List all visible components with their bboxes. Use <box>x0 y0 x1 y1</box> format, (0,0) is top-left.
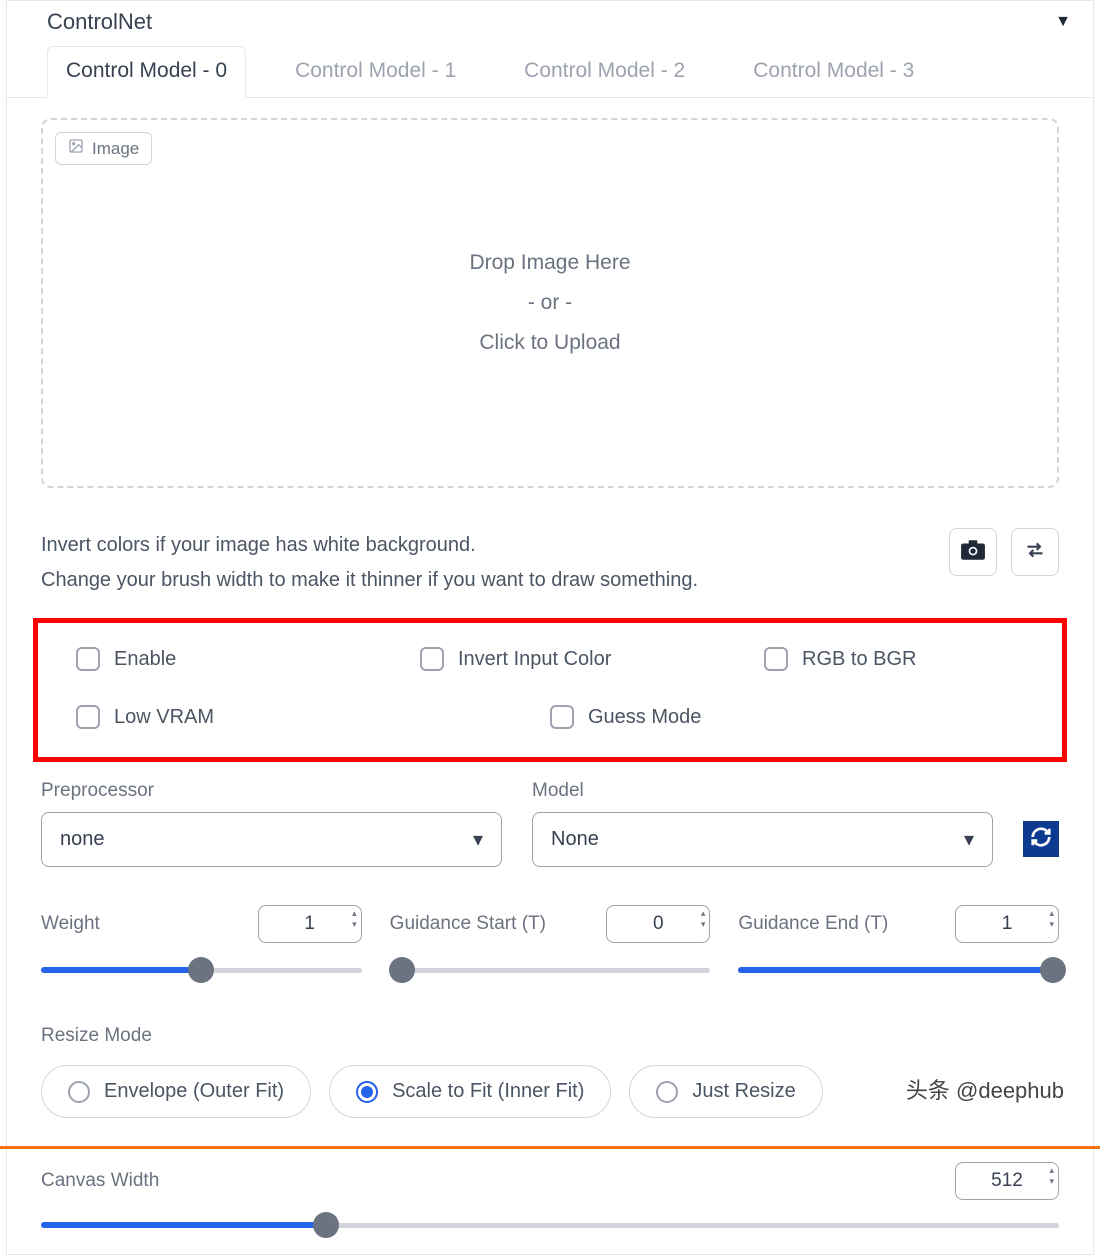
refresh-model-button[interactable] <box>1023 821 1059 857</box>
check-rgb[interactable]: RGB to BGR <box>764 647 1024 671</box>
model-label: Model <box>532 780 993 802</box>
hints-row: Invert colors if your image has white ba… <box>41 528 1059 598</box>
check-enable[interactable]: Enable <box>76 647 420 671</box>
panel-title: ControlNet <box>47 9 152 35</box>
watermark: 头条 @deephub <box>906 1073 1064 1105</box>
refresh-icon <box>1030 826 1052 853</box>
spinner-icon[interactable]: ▴▾ <box>701 908 706 930</box>
check-row-2: Low VRAM Guess Mode <box>76 705 1024 729</box>
gstart-value: 0 <box>653 913 664 935</box>
guidance-start-group: Guidance Start (T) 0 ▴▾ <box>390 905 711 979</box>
weight-group: Weight 1 ▴▾ <box>41 905 362 979</box>
dropzone-badge: Image <box>55 132 152 165</box>
check-enable-label: Enable <box>114 648 176 671</box>
camera-button[interactable] <box>949 528 997 576</box>
preprocessor-select[interactable]: none ▾ <box>41 812 502 867</box>
radio-circle <box>68 1081 90 1103</box>
radio-just[interactable]: Just Resize <box>629 1065 822 1118</box>
dropzone-badge-label: Image <box>92 139 139 159</box>
spinner-icon[interactable]: ▴▾ <box>1049 908 1054 930</box>
hint-line1: Invert colors if your image has white ba… <box>41 528 698 563</box>
spinner-icon[interactable]: ▴▾ <box>1049 1165 1054 1187</box>
check-row-1: Enable Invert Input Color RGB to BGR <box>76 647 1024 671</box>
guidance-end-group: Guidance End (T) 1 ▴▾ <box>738 905 1059 979</box>
model-value: None <box>551 828 599 851</box>
spinner-icon[interactable]: ▴▾ <box>352 908 357 930</box>
image-dropzone[interactable]: Image Drop Image Here - or - Click to Up… <box>41 118 1059 488</box>
dropzone-line1: Drop Image Here <box>469 243 630 283</box>
resize-mode-label: Resize Mode <box>41 1025 1059 1047</box>
check-guess[interactable]: Guess Mode <box>550 705 701 729</box>
weight-input[interactable]: 1 ▴▾ <box>258 905 362 943</box>
check-invert-label: Invert Input Color <box>458 648 611 671</box>
canvas-width-row: Canvas Width 512 ▴▾ <box>41 1162 1059 1200</box>
radio-circle <box>656 1081 678 1103</box>
gend-input[interactable]: 1 ▴▾ <box>955 905 1059 943</box>
gstart-input[interactable]: 0 ▴▾ <box>606 905 710 943</box>
controlnet-panel: ControlNet ▼ Control Model - 0 Control M… <box>6 0 1094 1255</box>
tab-control-model-1[interactable]: Control Model - 1 <box>276 46 475 98</box>
preprocessor-label: Preprocessor <box>41 780 502 802</box>
check-rgb-label: RGB to BGR <box>802 648 916 671</box>
options-highlighted: Enable Invert Input Color RGB to BGR Low… <box>33 618 1067 762</box>
caret-down-icon: ▾ <box>964 827 974 852</box>
radio-just-label: Just Resize <box>692 1080 795 1103</box>
panel-header[interactable]: ControlNet ▼ <box>7 1 1093 39</box>
check-invert[interactable]: Invert Input Color <box>420 647 764 671</box>
tabs: Control Model - 0 Control Model - 1 Cont… <box>7 45 1093 98</box>
tab-control-model-2[interactable]: Control Model - 2 <box>505 46 704 98</box>
gstart-slider[interactable] <box>390 961 711 979</box>
checkbox-guess[interactable] <box>550 705 574 729</box>
tab-control-model-3[interactable]: Control Model - 3 <box>734 46 933 98</box>
selects-row: Preprocessor none ▾ Model None ▾ <box>41 780 1059 867</box>
weight-slider[interactable] <box>41 961 362 979</box>
swap-button[interactable] <box>1011 528 1059 576</box>
checkbox-rgb[interactable] <box>764 647 788 671</box>
radio-scale-label: Scale to Fit (Inner Fit) <box>392 1080 584 1103</box>
tab-control-model-0[interactable]: Control Model - 0 <box>47 46 246 98</box>
canvas-width-slider[interactable] <box>41 1216 1059 1234</box>
check-lowvram[interactable]: Low VRAM <box>76 705 550 729</box>
model-group: Model None ▾ <box>532 780 993 867</box>
camera-icon <box>960 539 986 566</box>
check-lowvram-label: Low VRAM <box>114 706 214 729</box>
canvas-width-input[interactable]: 512 ▴▾ <box>955 1162 1059 1200</box>
dropzone-line2: - or - <box>469 283 630 323</box>
sliders-row: Weight 1 ▴▾ Guidance Start (T) 0 <box>41 905 1059 979</box>
dropzone-text: Drop Image Here - or - Click to Upload <box>469 243 630 363</box>
dropzone-line3: Click to Upload <box>469 323 630 363</box>
caret-down-icon: ▾ <box>473 827 483 852</box>
radio-circle-checked <box>356 1081 378 1103</box>
image-icon <box>68 138 84 159</box>
collapse-icon[interactable]: ▼ <box>1055 13 1071 31</box>
checkbox-invert[interactable] <box>420 647 444 671</box>
hints-text: Invert colors if your image has white ba… <box>41 528 698 598</box>
radio-envelope[interactable]: Envelope (Outer Fit) <box>41 1065 311 1118</box>
gend-value: 1 <box>1002 913 1013 935</box>
hint-line2: Change your brush width to make it thinn… <box>41 563 698 598</box>
preprocessor-group: Preprocessor none ▾ <box>41 780 502 867</box>
gstart-label: Guidance Start (T) <box>390 913 546 935</box>
canvas-width-label: Canvas Width <box>41 1170 159 1192</box>
check-guess-label: Guess Mode <box>588 706 701 729</box>
model-select[interactable]: None ▾ <box>532 812 993 867</box>
checkbox-lowvram[interactable] <box>76 705 100 729</box>
checkbox-enable[interactable] <box>76 647 100 671</box>
gend-slider[interactable] <box>738 961 1059 979</box>
gend-label: Guidance End (T) <box>738 913 888 935</box>
canvas-width-value: 512 <box>991 1170 1023 1192</box>
weight-value: 1 <box>304 913 315 935</box>
icon-buttons <box>949 528 1059 576</box>
weight-label: Weight <box>41 913 100 935</box>
radio-scale[interactable]: Scale to Fit (Inner Fit) <box>329 1065 611 1118</box>
radio-envelope-label: Envelope (Outer Fit) <box>104 1080 284 1103</box>
swap-icon <box>1024 540 1046 565</box>
preprocessor-value: none <box>60 828 105 851</box>
watermark-text: 头条 @deephub <box>906 1073 1064 1105</box>
